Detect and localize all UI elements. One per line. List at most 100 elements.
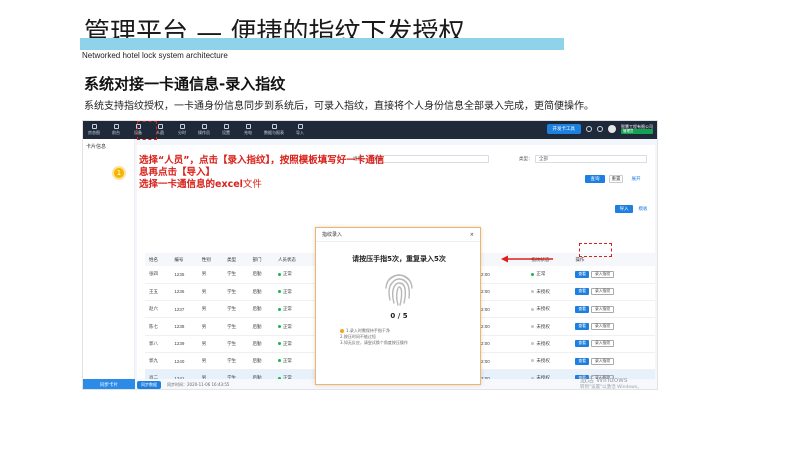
slide-subtitle: Networked hotel lock system architecture xyxy=(82,51,228,60)
type-filter-select[interactable]: 全部 xyxy=(535,155,647,163)
red-arrow-icon xyxy=(501,255,553,263)
add-fingerprint-button[interactable]: 录入指纹 xyxy=(590,340,615,348)
cell-actions: 查看录入指纹 xyxy=(571,352,655,371)
type-filter-label: 类型： xyxy=(519,157,533,162)
cell-fp: 未授权 xyxy=(527,352,572,371)
step-badge: 1 xyxy=(112,166,126,180)
view-button[interactable]: 查看 xyxy=(575,305,589,313)
desk-icon xyxy=(113,124,119,129)
message-icon[interactable] xyxy=(586,126,592,132)
cell-fp: 未授权 xyxy=(527,300,572,319)
cell-name: 王五 xyxy=(145,283,171,302)
cell-actions: 查看录入指纹 xyxy=(571,300,655,319)
instruction-annotation: 选择“人员”，点击【录入指纹】，按照模板填写好一卡通信 息再点击【导入】 选择一… xyxy=(139,155,385,190)
cell-dept: 后勤 xyxy=(248,283,274,302)
title-underline-bar xyxy=(80,38,564,50)
cell-type: 学生 xyxy=(223,352,249,371)
template-link[interactable]: 模板 xyxy=(635,205,651,213)
view-button[interactable]: 查看 xyxy=(575,270,589,278)
query-button[interactable]: 查询 xyxy=(585,175,605,183)
status-dot-icon xyxy=(277,290,281,294)
modal-prompt: 请按压手指5次，重复录入5次 xyxy=(352,255,446,263)
add-fingerprint-button[interactable]: 录入指纹 xyxy=(590,270,615,278)
modal-header: 指纹录入 × xyxy=(316,228,480,242)
view-button[interactable]: 查看 xyxy=(575,357,589,365)
col-id: 编号 xyxy=(170,253,198,266)
section-description: 系统支持指纹授权，一卡通身份信息同步到系统后，可录入指纹，直接将个人身份信息全部… xyxy=(84,101,594,112)
status-dot-icon xyxy=(277,342,281,346)
cell-id: 1240 xyxy=(170,352,198,371)
view-button[interactable]: 查看 xyxy=(575,288,589,296)
close-icon[interactable]: × xyxy=(470,232,474,238)
cell-sex: 男 xyxy=(197,352,224,371)
cell-name: 陈七 xyxy=(145,317,171,336)
cell-status: 正常 xyxy=(273,317,317,336)
nav-item-charging[interactable]: 充电 xyxy=(237,121,259,139)
user-role-badge: 管理员 xyxy=(621,129,653,134)
personnel-highlight-box xyxy=(137,121,157,140)
clock-icon xyxy=(179,124,185,129)
reset-button[interactable]: 重置 xyxy=(609,175,623,183)
cell-type: 学生 xyxy=(223,317,249,336)
cell-name: 张四 xyxy=(145,266,171,284)
avatar[interactable] xyxy=(608,125,616,133)
view-button[interactable]: 查看 xyxy=(575,323,589,331)
import-button[interactable]: 导入 xyxy=(615,205,633,213)
status-dot-icon xyxy=(531,272,535,276)
windows-activation-watermark: 激活 Windows 转到"设置"以激活 Windows。 xyxy=(580,376,642,390)
add-fingerprint-button[interactable]: 录入指纹 xyxy=(590,357,615,365)
cell-actions: 查看录入指纹 xyxy=(571,266,655,284)
bell-icon[interactable] xyxy=(597,126,603,132)
status-dot-icon xyxy=(531,307,535,311)
cell-sex: 男 xyxy=(197,266,224,284)
col-type: 类型 xyxy=(223,253,249,266)
cell-name: 赵六 xyxy=(145,300,171,319)
expand-link[interactable]: 展开 xyxy=(627,175,645,183)
warning-icon xyxy=(340,329,344,333)
cell-actions: 查看录入指纹 xyxy=(571,317,655,336)
sidebar: 卡片信息 同步卡片 xyxy=(83,139,135,389)
nav-item-room-status[interactable]: 房态图 xyxy=(83,121,105,139)
sync-data-button[interactable]: 同步数据 xyxy=(137,381,161,389)
nav-item-reports[interactable]: 数据与报表 xyxy=(259,121,289,139)
cell-status: 正常 xyxy=(273,266,317,284)
view-button[interactable]: 查看 xyxy=(575,340,589,348)
add-fingerprint-button[interactable]: 录入指纹 xyxy=(590,288,615,296)
cell-type: 学生 xyxy=(223,283,249,302)
status-dot-icon xyxy=(277,359,281,363)
add-fingerprint-button[interactable]: 录入指纹 xyxy=(590,323,615,331)
cell-fp: 正常 xyxy=(527,266,572,284)
col-status: 人员状态 xyxy=(273,253,317,266)
nav-item-settings[interactable]: 设置 xyxy=(215,121,237,139)
operator-icon xyxy=(201,124,207,129)
nav-item-operators[interactable]: 操作员 xyxy=(193,121,215,139)
enroll-tips: 1.录入时需保持手指干净 2.按压时间不能过短 3.如无反应，请尝试换个角度按压… xyxy=(340,328,408,345)
nav-item-front-desk[interactable]: 前台 xyxy=(105,121,127,139)
sidebar-title: 卡片信息 xyxy=(86,144,107,150)
card-tool-button[interactable]: 开发卡工具 xyxy=(546,124,581,134)
cell-dept: 后勤 xyxy=(248,300,274,319)
cell-dept: 后勤 xyxy=(248,266,274,284)
cell-sex: 男 xyxy=(197,300,224,319)
add-fingerprint-button[interactable]: 录入指纹 xyxy=(590,305,615,313)
cell-sex: 男 xyxy=(197,317,224,336)
cell-status: 正常 xyxy=(273,352,317,371)
nav-item-timeshare[interactable]: 分时 xyxy=(171,121,193,139)
cell-id: 1238 xyxy=(170,317,198,336)
gear-icon xyxy=(223,124,229,129)
cell-dept: 后勤 xyxy=(248,335,274,353)
cell-type: 学生 xyxy=(223,266,249,284)
room-icon xyxy=(91,124,97,129)
status-dot-icon xyxy=(531,324,535,328)
sync-cards-button[interactable]: 同步卡片 xyxy=(83,379,135,389)
user-info[interactable]: 智慧工程有限公司 管理员 xyxy=(621,124,653,134)
cell-status: 正常 xyxy=(273,283,317,302)
status-dot-icon xyxy=(531,290,535,294)
nav-item-import[interactable]: 导入 xyxy=(289,121,311,139)
status-dot-icon xyxy=(277,307,281,311)
fingerprint-icon xyxy=(385,274,413,306)
cell-status: 正常 xyxy=(273,300,317,319)
cell-id: 1239 xyxy=(170,335,198,353)
cell-sex: 男 xyxy=(197,283,224,302)
section-heading: 系统对接一卡通信息-录入指纹 xyxy=(84,75,286,93)
